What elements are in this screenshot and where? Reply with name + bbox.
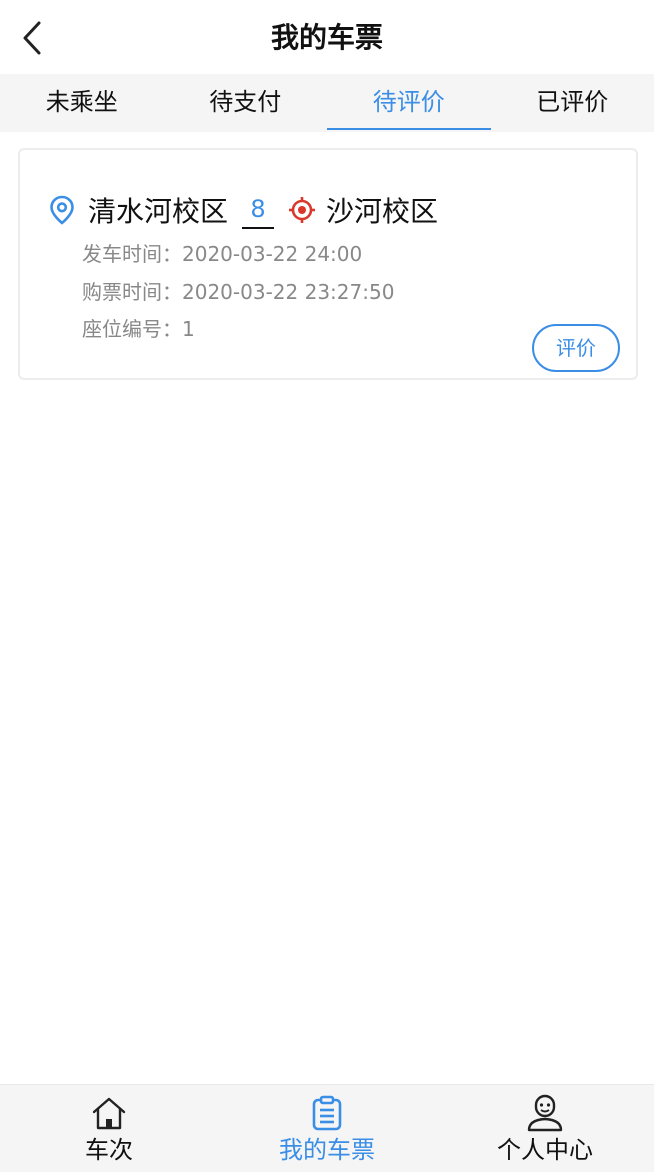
purchase-row: 购票时间：2020-03-22 23:27:50 bbox=[82, 278, 394, 306]
tab-bar: 未乘坐 待支付 待评价 已评价 bbox=[0, 74, 654, 132]
departure-row: 发车时间：2020-03-22 24:00 bbox=[82, 240, 362, 268]
location-pin-icon bbox=[48, 194, 76, 226]
seat-number: 1 bbox=[182, 317, 195, 341]
seat-label: 座位编号： bbox=[82, 317, 182, 341]
purchase-time: 2020-03-22 23:27:50 bbox=[182, 280, 395, 304]
bottom-nav: 车次 我的车票 个人中心 bbox=[0, 1084, 654, 1172]
origin-station: 清水河校区 bbox=[88, 195, 229, 228]
screen: 我的车票 未乘坐 待支付 待评价 已评价 清水河校区 8 沙河校区 发车时间：2… bbox=[0, 0, 654, 1172]
nav-item-trips[interactable]: 车次 bbox=[0, 1085, 218, 1172]
user-icon bbox=[525, 1093, 565, 1133]
purchase-label: 购票时间： bbox=[82, 280, 182, 304]
route-row: 清水河校区 8 沙河校区 bbox=[48, 188, 438, 232]
nav-label-my-tickets: 我的车票 bbox=[279, 1136, 375, 1164]
ticket-card: 清水河校区 8 沙河校区 发车时间：2020-03-22 24:00 购票时间：… bbox=[18, 148, 638, 380]
home-icon bbox=[90, 1093, 128, 1133]
nav-item-my-tickets[interactable]: 我的车票 bbox=[218, 1085, 436, 1172]
tab-reviewed[interactable]: 已评价 bbox=[491, 74, 654, 132]
departure-label: 发车时间： bbox=[82, 242, 182, 266]
clipboard-icon bbox=[311, 1093, 343, 1133]
nav-label-trips: 车次 bbox=[85, 1136, 133, 1164]
header: 我的车票 bbox=[0, 0, 654, 74]
tab-pending-payment[interactable]: 待支付 bbox=[164, 74, 328, 132]
bus-number: 8 bbox=[242, 191, 275, 229]
tab-pending-review[interactable]: 待评价 bbox=[327, 74, 491, 132]
destination-target-icon bbox=[288, 196, 316, 224]
nav-label-profile: 个人中心 bbox=[497, 1136, 593, 1164]
nav-item-profile[interactable]: 个人中心 bbox=[436, 1085, 654, 1172]
review-button[interactable]: 评价 bbox=[532, 324, 620, 372]
destination-station: 沙河校区 bbox=[326, 195, 439, 228]
seat-row: 座位编号：1 bbox=[82, 315, 195, 343]
page-title: 我的车票 bbox=[270, 21, 383, 54]
tab-not-boarded[interactable]: 未乘坐 bbox=[0, 74, 164, 132]
departure-time: 2020-03-22 24:00 bbox=[182, 242, 363, 266]
